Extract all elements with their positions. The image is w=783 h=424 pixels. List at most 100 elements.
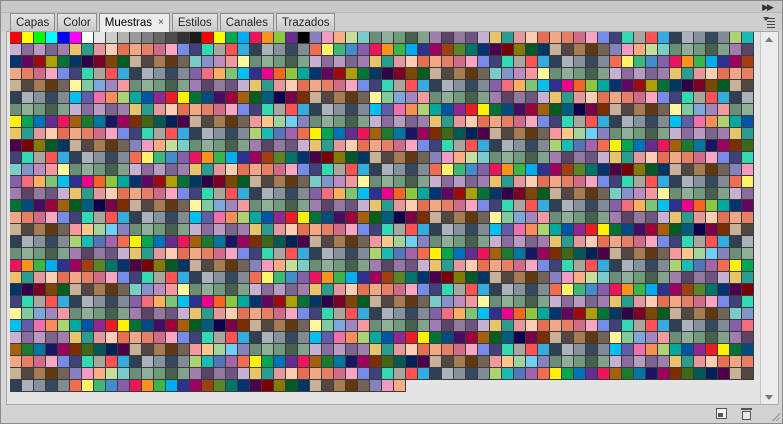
color-swatch[interactable] [94,44,106,56]
color-swatch[interactable] [706,272,718,284]
color-swatch[interactable] [634,344,646,356]
color-swatch[interactable] [718,68,730,80]
color-swatch[interactable] [298,236,310,248]
color-swatch[interactable] [550,176,562,188]
color-swatch[interactable] [322,80,334,92]
color-swatch[interactable] [238,164,250,176]
color-swatch[interactable] [190,284,202,296]
color-swatch[interactable] [274,164,286,176]
color-swatch[interactable] [10,272,22,284]
color-swatch[interactable] [334,332,346,344]
color-swatch[interactable] [214,344,226,356]
color-swatch[interactable] [598,260,610,272]
color-swatch[interactable] [706,248,718,260]
color-swatch[interactable] [478,368,490,380]
color-swatch[interactable] [718,80,730,92]
color-swatch[interactable] [478,356,490,368]
color-swatch[interactable] [406,80,418,92]
color-swatch[interactable] [202,212,214,224]
color-swatch[interactable] [406,140,418,152]
color-swatch[interactable] [562,356,574,368]
color-swatch[interactable] [622,332,634,344]
color-swatch[interactable] [646,200,658,212]
color-swatch[interactable] [574,92,586,104]
color-swatch[interactable] [370,308,382,320]
color-swatch[interactable] [10,212,22,224]
color-swatch[interactable] [322,260,334,272]
color-swatch[interactable] [166,236,178,248]
color-swatch[interactable] [418,164,430,176]
color-swatch[interactable] [586,68,598,80]
color-swatch[interactable] [610,56,622,68]
color-swatch[interactable] [514,308,526,320]
color-swatch[interactable] [322,284,334,296]
color-swatch[interactable] [190,356,202,368]
color-swatch[interactable] [226,200,238,212]
close-icon[interactable]: × [158,18,164,28]
color-swatch[interactable] [22,176,34,188]
color-swatch[interactable] [718,56,730,68]
color-swatch[interactable] [214,332,226,344]
color-swatch[interactable] [34,116,46,128]
color-swatch[interactable] [106,140,118,152]
color-swatch[interactable] [418,80,430,92]
color-swatch[interactable] [358,68,370,80]
color-swatch[interactable] [46,320,58,332]
color-swatch[interactable] [358,296,370,308]
color-swatch[interactable] [130,92,142,104]
color-swatch[interactable] [34,248,46,260]
color-swatch[interactable] [226,128,238,140]
color-swatch[interactable] [658,152,670,164]
color-swatch[interactable] [178,212,190,224]
color-swatch[interactable] [622,80,634,92]
color-swatch[interactable] [586,44,598,56]
color-swatch[interactable] [514,128,526,140]
color-swatch[interactable] [334,32,346,44]
color-swatch[interactable] [358,368,370,380]
color-swatch[interactable] [442,320,454,332]
color-swatch[interactable] [58,80,70,92]
color-swatch[interactable] [10,152,22,164]
color-swatch[interactable] [34,56,46,68]
color-swatch[interactable] [94,92,106,104]
color-swatch[interactable] [646,68,658,80]
color-swatch[interactable] [730,164,742,176]
color-swatch[interactable] [394,188,406,200]
color-swatch[interactable] [370,80,382,92]
color-swatch[interactable] [562,368,574,380]
color-swatch[interactable] [394,272,406,284]
color-swatch[interactable] [382,164,394,176]
color-swatch[interactable] [286,140,298,152]
color-swatch[interactable] [670,32,682,44]
color-swatch[interactable] [82,68,94,80]
color-swatch[interactable] [22,332,34,344]
color-swatch[interactable] [574,200,586,212]
color-swatch[interactable] [742,284,754,296]
color-swatch[interactable] [142,200,154,212]
color-swatch[interactable] [250,272,262,284]
color-swatch[interactable] [250,44,262,56]
color-swatch[interactable] [322,356,334,368]
color-swatch[interactable] [454,272,466,284]
color-swatch[interactable] [682,116,694,128]
color-swatch[interactable] [574,116,586,128]
color-swatch[interactable] [526,212,538,224]
color-swatch[interactable] [526,248,538,260]
color-swatch[interactable] [154,272,166,284]
color-swatch[interactable] [94,212,106,224]
color-swatch[interactable] [10,116,22,128]
color-swatch[interactable] [430,116,442,128]
color-swatch[interactable] [190,116,202,128]
color-swatch[interactable] [526,296,538,308]
color-swatch[interactable] [454,332,466,344]
color-swatch[interactable] [34,152,46,164]
color-swatch[interactable] [310,176,322,188]
color-swatch[interactable] [154,356,166,368]
color-swatch[interactable] [154,104,166,116]
color-swatch[interactable] [334,236,346,248]
color-swatch[interactable] [706,212,718,224]
color-swatch[interactable] [22,152,34,164]
color-swatch[interactable] [526,260,538,272]
color-swatch[interactable] [646,356,658,368]
color-swatch[interactable] [262,44,274,56]
